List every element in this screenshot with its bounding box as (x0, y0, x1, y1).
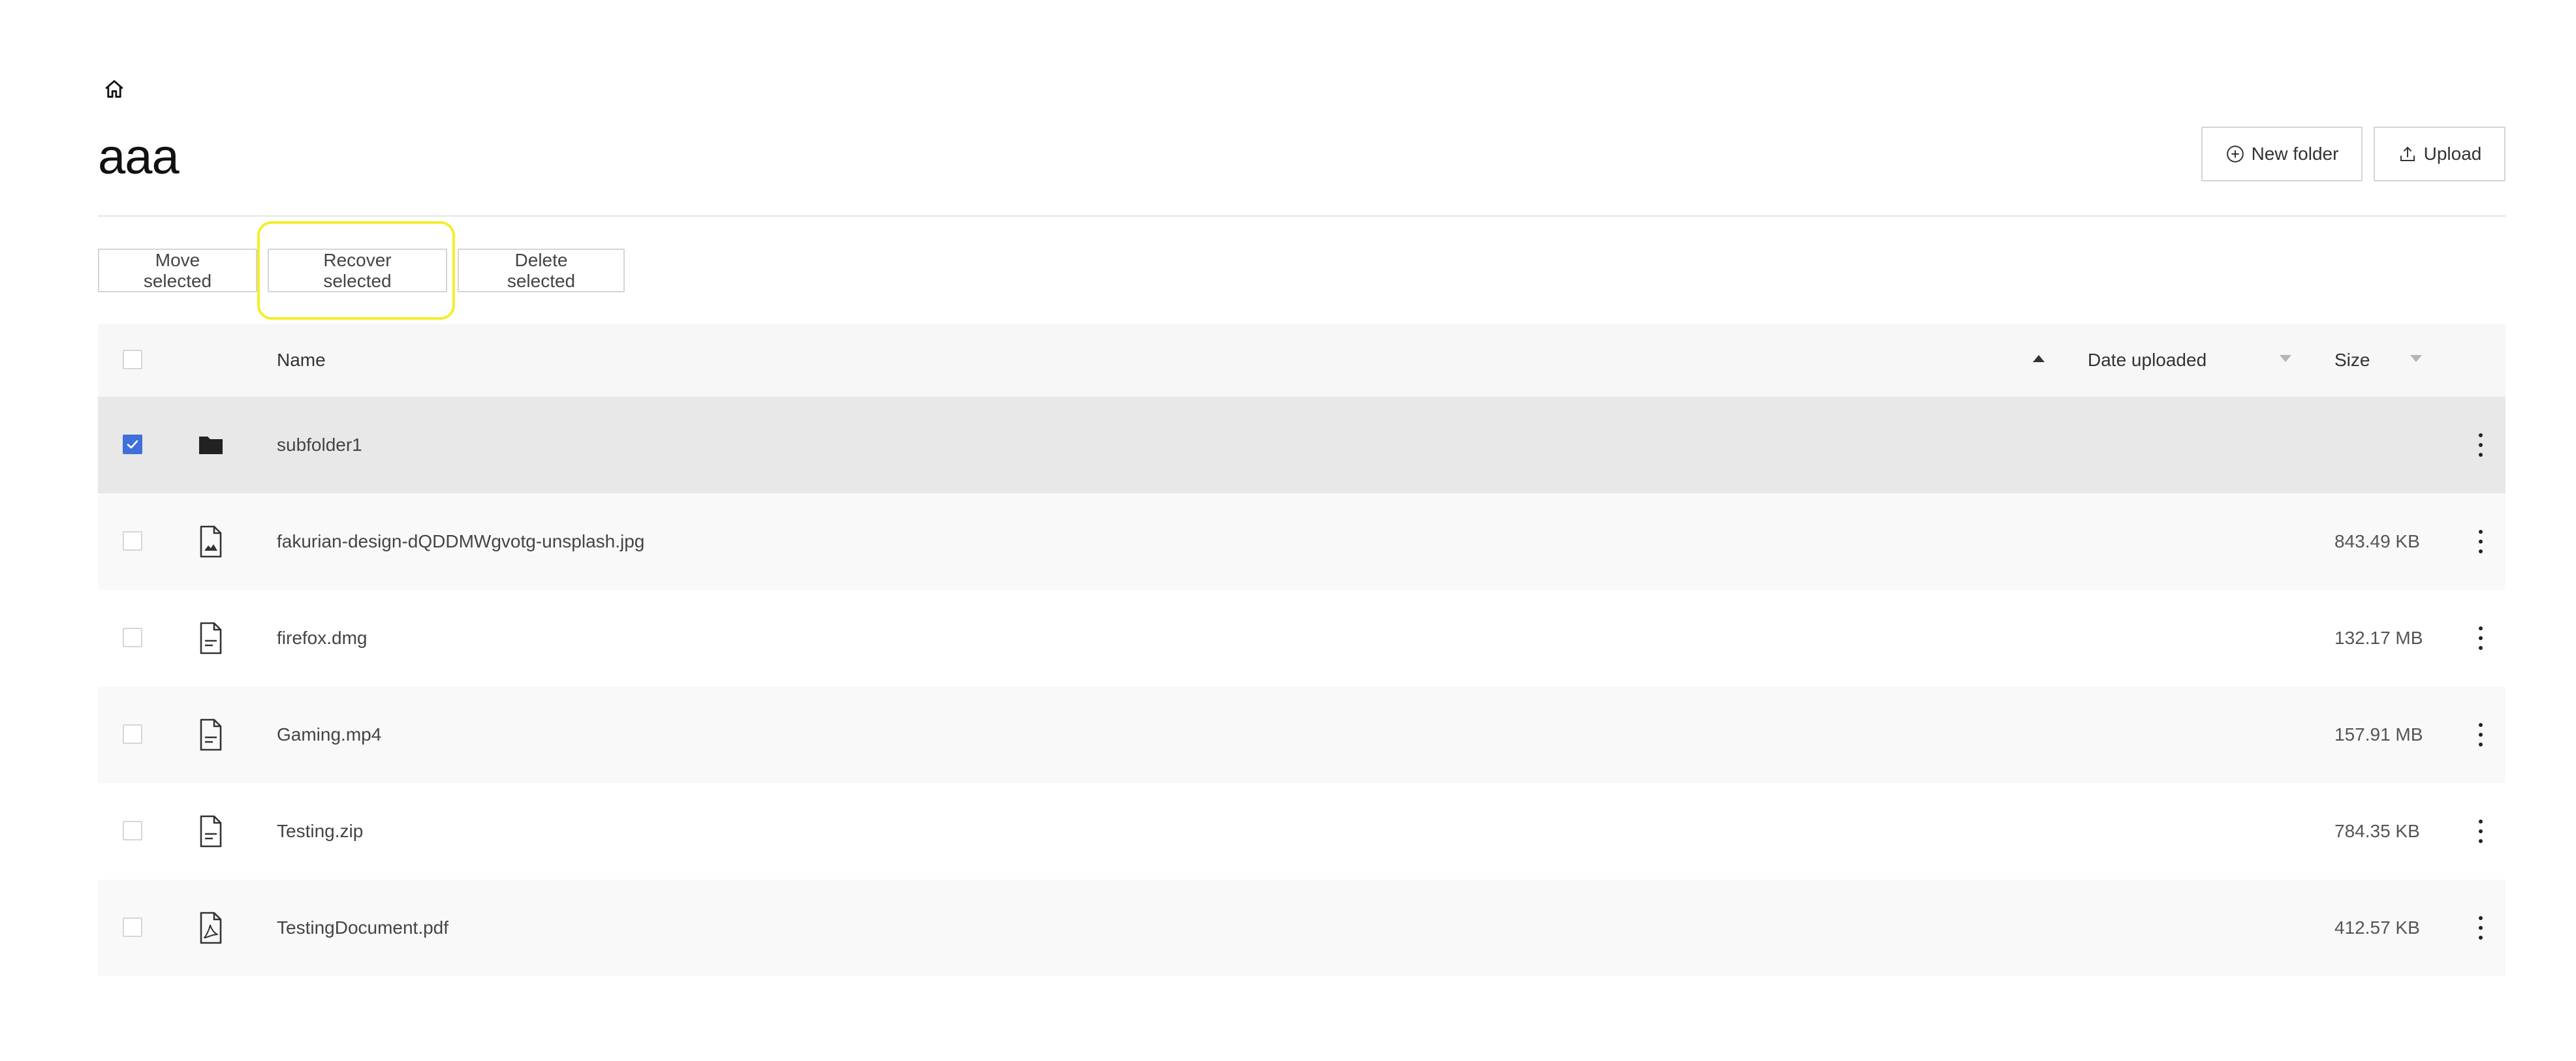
select-all-checkbox[interactable] (123, 350, 142, 369)
file-name[interactable]: Testing.zip (277, 821, 363, 842)
sort-date-icon[interactable] (2280, 355, 2291, 362)
file-size: 784.35 KB (2334, 821, 2420, 841)
file-size: 157.91 MB (2334, 724, 2423, 745)
home-icon[interactable] (102, 77, 127, 102)
sort-size-icon[interactable] (2410, 355, 2422, 362)
more-options-icon[interactable] (2475, 916, 2486, 940)
new-folder-label: New folder (2251, 144, 2339, 164)
table-row[interactable]: Testing.zip 784.35 KB (98, 783, 2505, 880)
file-size: 132.17 MB (2334, 628, 2423, 648)
text-file-icon (196, 621, 226, 655)
row-checkbox[interactable] (123, 724, 142, 744)
plus-circle-icon (2226, 146, 2244, 162)
text-file-icon (196, 718, 226, 752)
image-file-icon (196, 525, 226, 559)
row-checkbox[interactable] (123, 435, 142, 454)
file-name[interactable]: firefox.dmg (277, 628, 368, 649)
bulk-actions: Move selected Recover selected Delete se… (98, 249, 625, 292)
row-checkbox[interactable] (123, 628, 142, 647)
column-header-size[interactable]: Size (2334, 350, 2370, 371)
file-name[interactable]: fakurian-design-dQDDMWgvotg-unsplash.jpg (277, 531, 644, 552)
recover-selected-button[interactable]: Recover selected (268, 249, 447, 292)
check-icon (127, 440, 138, 449)
upload-button[interactable]: Upload (2374, 127, 2505, 181)
more-options-icon[interactable] (2475, 433, 2486, 457)
table-row[interactable]: fakurian-design-dQDDMWgvotg-unsplash.jpg… (98, 493, 2505, 590)
upload-label: Upload (2423, 144, 2482, 164)
more-options-icon[interactable] (2475, 626, 2486, 650)
table-row[interactable]: firefox.dmg 132.17 MB (98, 590, 2505, 686)
table-row[interactable]: TestingDocument.pdf 412.57 KB (98, 880, 2505, 976)
more-options-icon[interactable] (2475, 530, 2486, 553)
delete-selected-button[interactable]: Delete selected (458, 249, 625, 292)
column-header-name[interactable]: Name (277, 350, 326, 371)
file-name[interactable]: Gaming.mp4 (277, 724, 381, 745)
file-name[interactable]: TestingDocument.pdf (277, 917, 448, 938)
file-size: 412.57 KB (2334, 917, 2420, 938)
file-size: 843.49 KB (2334, 531, 2420, 551)
move-selected-button[interactable]: Move selected (98, 249, 257, 292)
file-table: Name Date uploaded Size subfolder1 fakur… (98, 324, 2505, 976)
column-header-date-uploaded[interactable]: Date uploaded (2088, 350, 2207, 371)
row-checkbox[interactable] (123, 821, 142, 840)
header-divider (98, 215, 2505, 217)
more-options-icon[interactable] (2475, 723, 2486, 746)
file-name[interactable]: subfolder1 (277, 435, 362, 455)
sort-ascending-icon[interactable] (2033, 355, 2045, 362)
header-actions: New folder Upload (2201, 127, 2505, 181)
row-checkbox[interactable] (123, 531, 142, 551)
table-row[interactable]: Gaming.mp4 157.91 MB (98, 686, 2505, 783)
text-file-icon (196, 814, 226, 848)
row-checkbox[interactable] (123, 917, 142, 937)
more-options-icon[interactable] (2475, 820, 2486, 843)
pdf-file-icon (196, 911, 226, 945)
table-row[interactable]: subfolder1 (98, 397, 2505, 493)
table-header: Name Date uploaded Size (98, 324, 2505, 397)
new-folder-button[interactable]: New folder (2201, 127, 2363, 181)
upload-icon (2400, 146, 2415, 161)
folder-icon (196, 428, 226, 462)
page-title: aaa (98, 129, 180, 185)
